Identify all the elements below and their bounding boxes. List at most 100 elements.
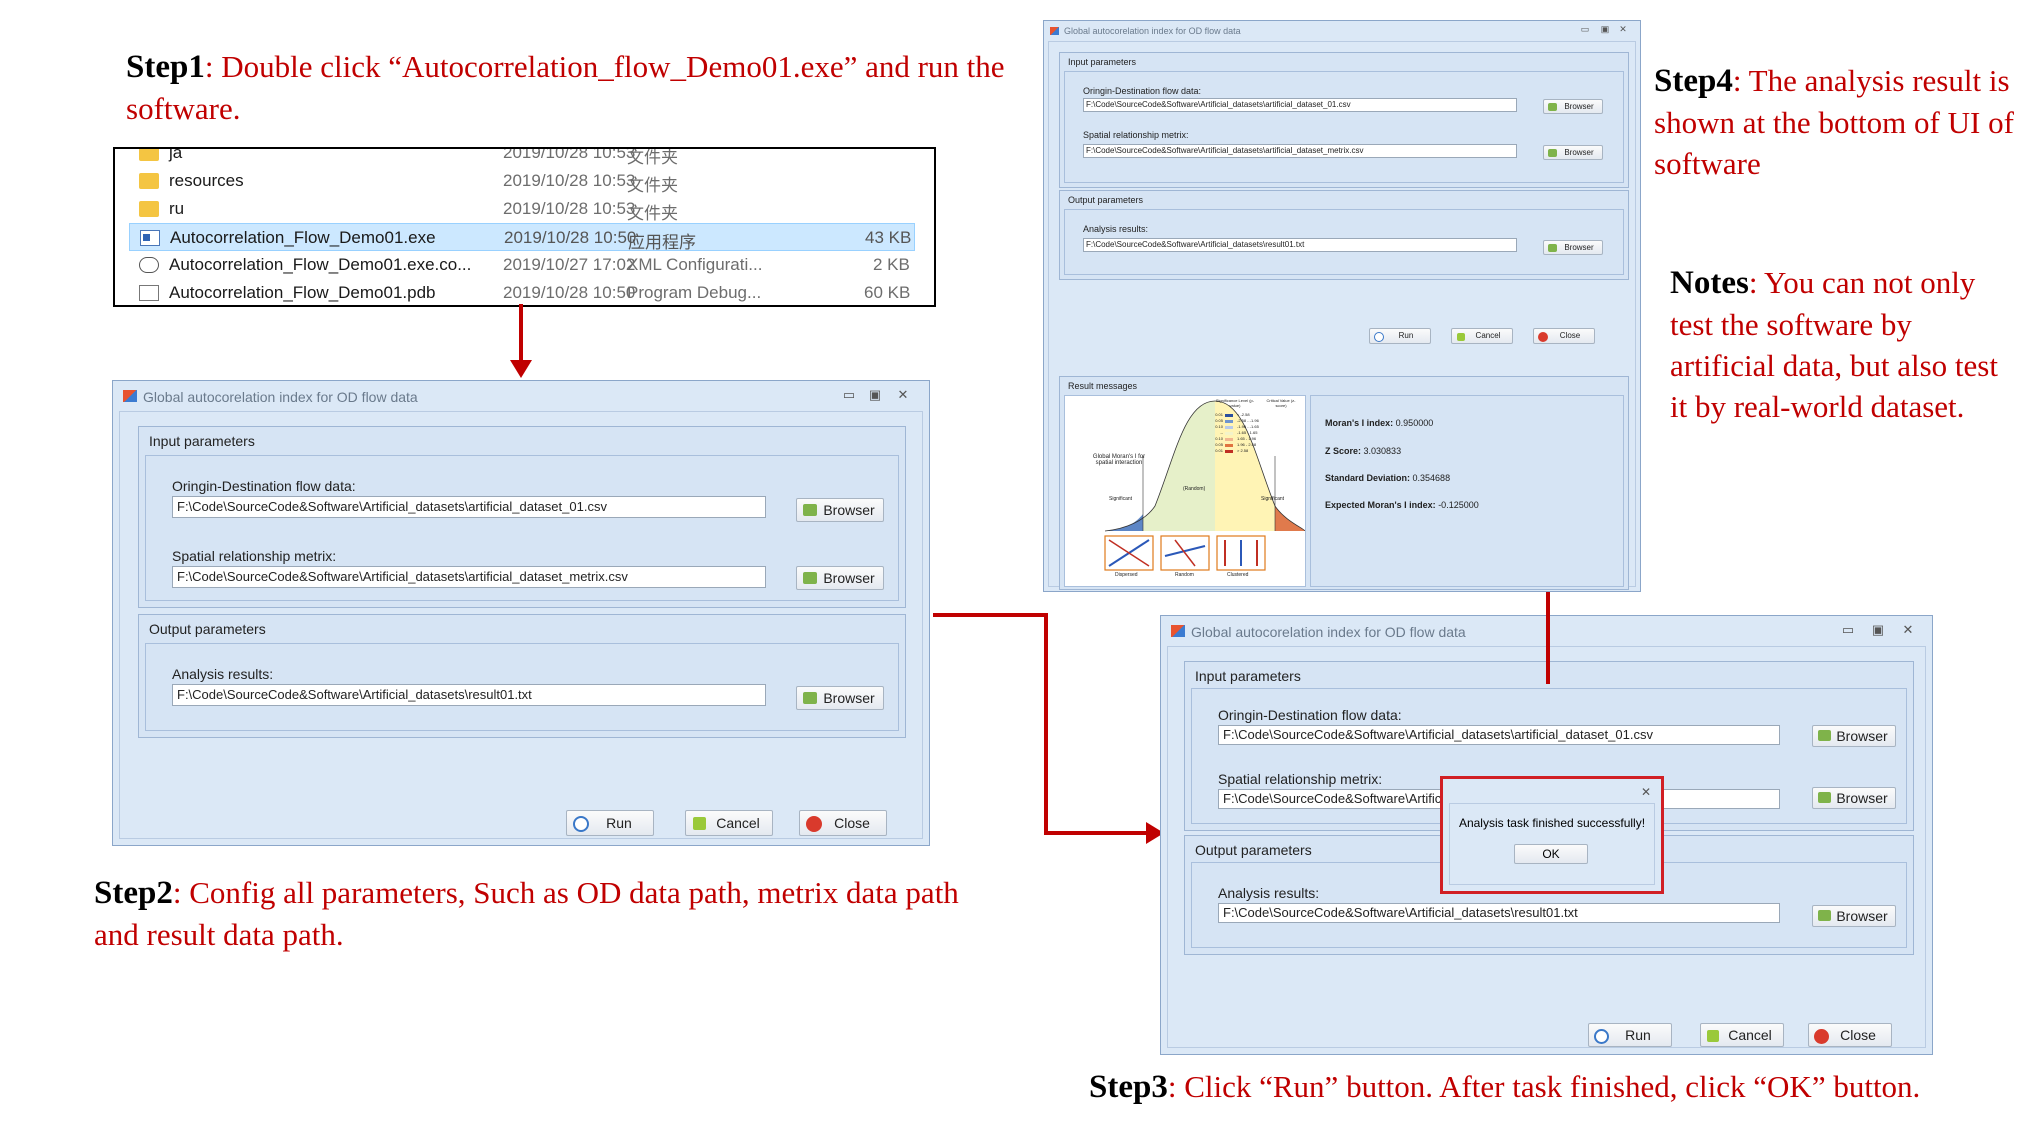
folder-open-icon	[1548, 149, 1557, 157]
spatial-browser-button[interactable]: Browser	[796, 566, 884, 590]
window-title: Global autocorelation index for OD flow …	[1191, 624, 1466, 640]
button-label: Cancel	[1728, 1027, 1772, 1043]
stat-label: Moran's I index:	[1325, 418, 1394, 428]
result-browser-button[interactable]: Browser	[796, 686, 884, 710]
file-date: 2019/10/28 10:50	[503, 283, 636, 302]
config-icon	[139, 257, 159, 273]
od-path-input[interactable]: F:\Code\SourceCode&Software\Artificial_d…	[172, 496, 766, 518]
close-icon[interactable]: ✕	[1618, 24, 1628, 34]
result-path-input[interactable]: F:\Code\SourceCode&Software\Artificial_d…	[1218, 903, 1780, 923]
panel-label: Clustered	[1227, 572, 1249, 578]
stop-icon	[693, 817, 706, 830]
folder-open-icon	[1818, 910, 1831, 921]
statistics-panel: Moran's I index: 0.950000 Z Score: 3.030…	[1310, 395, 1624, 587]
close-button[interactable]: Close	[799, 810, 887, 836]
stat-value: 0.950000	[1395, 418, 1434, 428]
maximize-icon[interactable]: ▣	[867, 387, 883, 403]
file-type: 文件夹	[627, 176, 678, 195]
od-path-input[interactable]: F:\Code\SourceCode&Software\Artificial_d…	[1083, 98, 1517, 112]
od-browser-button[interactable]: Browser	[796, 498, 884, 522]
spatial-path-input[interactable]: F:\Code\SourceCode&Software\Artificial_d…	[1083, 144, 1517, 158]
file-row[interactable]: ja 2019/10/28 10:53 文件夹	[129, 147, 915, 167]
result-label: Analysis results:	[1083, 224, 1149, 234]
cancel-button[interactable]: Cancel	[1451, 328, 1513, 344]
run-button[interactable]: Run	[566, 810, 654, 836]
button-label: Close	[1840, 1027, 1876, 1043]
connector-line	[933, 613, 1048, 617]
button-label: Close	[1559, 331, 1581, 340]
stat-value: 0.354688	[1412, 473, 1451, 483]
result-browser-button[interactable]: Browser	[1543, 240, 1603, 255]
pdb-icon	[139, 285, 159, 301]
file-size: 2 KB	[873, 255, 910, 274]
file-row-selected[interactable]: Autocorrelation_Flow_Demo01.exe 2019/10/…	[129, 223, 915, 252]
stat-label: Z Score:	[1325, 446, 1362, 456]
spatial-browser-button[interactable]: Browser	[1812, 787, 1896, 809]
folder-icon	[139, 201, 159, 217]
crit-value: > 2.58	[1237, 448, 1249, 453]
group-title: Input parameters	[149, 433, 255, 449]
button-label: Close	[834, 815, 870, 831]
close-icon[interactable]: ✕	[1641, 785, 1651, 799]
window-title: Global autocorelation index for OD flow …	[143, 389, 418, 405]
run-button[interactable]: Run	[1588, 1023, 1672, 1047]
folder-open-icon	[1818, 730, 1831, 741]
od-browser-button[interactable]: Browser	[1812, 725, 1896, 747]
group-body: Oringin-Destination flow data: F:\Code\S…	[1064, 71, 1624, 183]
od-browser-button[interactable]: Browser	[1543, 99, 1603, 114]
right-tail-tag: Significant	[1261, 496, 1285, 502]
minimize-icon[interactable]: ▭	[1580, 24, 1590, 34]
close-button[interactable]: Close	[1533, 328, 1595, 344]
run-button[interactable]: Run	[1369, 328, 1431, 344]
step4-note: Step4: The analysis result is shown at t…	[1654, 60, 2014, 184]
result-messages-group: Result messages Global Moran's I for spa…	[1059, 376, 1629, 590]
critical-value-header: Critical Value (z-score)	[1266, 398, 1296, 408]
close-button[interactable]: Close	[1808, 1023, 1892, 1047]
button-label: Browser	[1564, 102, 1594, 111]
maximize-icon[interactable]: ▣	[1870, 622, 1886, 638]
cancel-button[interactable]: Cancel	[685, 810, 773, 836]
file-row[interactable]: Autocorrelation_Flow_Demo01.pdb 2019/10/…	[129, 279, 915, 305]
minimize-icon[interactable]: ▭	[841, 387, 857, 403]
step2-label: Step2	[94, 875, 173, 911]
result-label: Analysis results:	[172, 666, 274, 682]
std-dev-stat: Standard Deviation: 0.354688	[1325, 473, 1450, 483]
connector-line	[1044, 613, 1048, 835]
close-icon[interactable]: ✕	[895, 387, 911, 403]
file-row[interactable]: ru 2019/10/28 10:53 文件夹	[129, 195, 915, 223]
close-icon[interactable]: ✕	[1900, 622, 1916, 638]
step4-label: Step4	[1654, 63, 1733, 99]
connector-line	[1044, 831, 1150, 835]
spatial-path-input[interactable]: F:\Code\SourceCode&Software\Artificial_d…	[172, 566, 766, 588]
significance-levels: 0.01 0.05 0.10 -- 0.10 0.05 0.01	[1209, 412, 1223, 454]
step3-text: : Click “Run” button. After task finishe…	[1167, 1069, 1921, 1104]
result-path-input[interactable]: F:\Code\SourceCode&Software\Artificial_d…	[1083, 238, 1517, 252]
result-path-input[interactable]: F:\Code\SourceCode&Software\Artificial_d…	[172, 684, 766, 706]
file-row[interactable]: Autocorrelation_Flow_Demo01.exe.co... 20…	[129, 251, 915, 279]
window-body: Input parameters Oringin-Destination flo…	[1048, 41, 1636, 590]
od-path-input[interactable]: F:\Code\SourceCode&Software\Artificial_d…	[1218, 725, 1780, 745]
message-text: Analysis task finished successfully!	[1458, 816, 1646, 830]
group-title: Result messages	[1068, 381, 1138, 391]
close-circle-icon	[1814, 1029, 1829, 1044]
file-type: 文件夹	[627, 204, 678, 223]
result-browser-button[interactable]: Browser	[1812, 905, 1896, 927]
maximize-icon[interactable]: ▣	[1600, 24, 1610, 34]
input-parameters-group: Input parameters Oringin-Destination flo…	[1059, 52, 1629, 188]
file-row[interactable]: resources 2019/10/28 10:53 文件夹	[129, 167, 915, 195]
file-type: Program Debug...	[627, 283, 762, 302]
play-icon	[1594, 1029, 1609, 1044]
step2-dialog-window: Global autocorelation index for OD flow …	[112, 380, 930, 846]
spatial-browser-button[interactable]: Browser	[1543, 145, 1603, 160]
ok-button[interactable]: OK	[1514, 844, 1588, 864]
cancel-button[interactable]: Cancel	[1700, 1023, 1784, 1047]
minimize-icon[interactable]: ▭	[1840, 622, 1856, 638]
file-date: 2019/10/28 10:53	[503, 147, 636, 162]
od-label: Oringin-Destination flow data:	[1083, 86, 1202, 96]
z-score-stat: Z Score: 3.030833	[1325, 446, 1401, 456]
stop-icon	[1457, 333, 1465, 341]
step1-label: Step1	[126, 49, 205, 85]
od-label: Oringin-Destination flow data:	[1218, 707, 1402, 723]
file-name: ja	[169, 147, 183, 162]
button-label: Run	[606, 815, 632, 831]
